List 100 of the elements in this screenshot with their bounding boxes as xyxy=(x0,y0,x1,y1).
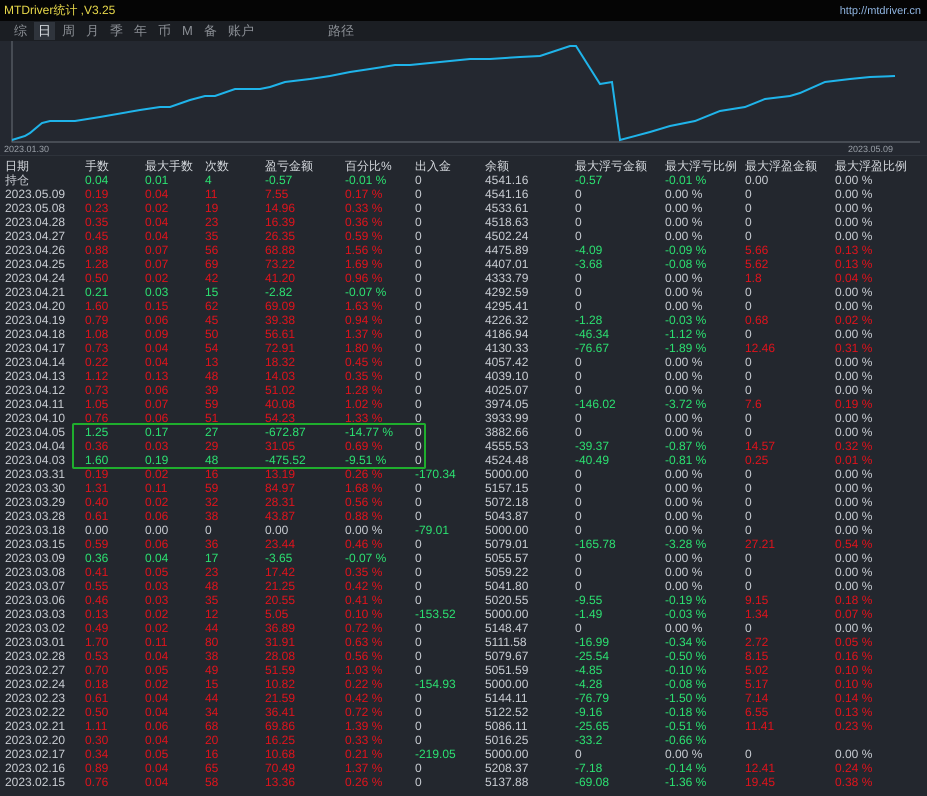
table-cell-text: 0.19 xyxy=(85,467,110,481)
table-cell-text: 1.03 % xyxy=(345,663,384,677)
table-cell-text: 31.91 xyxy=(265,635,296,649)
table-cell-text: 0.00 % xyxy=(665,369,704,383)
table-cell-text: 0 xyxy=(575,215,583,229)
table-cell-text: 44 xyxy=(205,621,220,635)
table-cell-text: 36.41 xyxy=(265,705,296,719)
date-cell-text: 2023.02.23 xyxy=(5,691,66,705)
table-cell-text: 0.22 xyxy=(85,355,110,369)
table-cell-text: 6.55 xyxy=(745,705,770,719)
table-cell-text: 0.41 xyxy=(85,565,110,579)
table-cell-text: -1.36 % xyxy=(665,775,708,789)
table-cell-text: 0 xyxy=(415,761,423,775)
column-header: 最大浮盈金额 xyxy=(745,159,818,173)
table-cell-text: 0 xyxy=(745,565,753,579)
table-cell-text: 4541.16 xyxy=(485,187,530,201)
table-cell-text: 0.00 % xyxy=(835,173,874,187)
date-cell-text: 2023.03.07 xyxy=(5,579,66,593)
table-cell-text: 0.61 xyxy=(85,691,110,705)
website-link[interactable]: http://mtdriver.cn xyxy=(840,4,921,16)
table-cell-text: 7.14 xyxy=(745,691,770,705)
table-cell-text: 0.06 xyxy=(145,719,170,733)
table-cell-text: 44 xyxy=(205,691,220,705)
table-cell-text: 5122.52 xyxy=(485,705,530,719)
period-tab[interactable]: 年 xyxy=(130,22,151,40)
period-tab[interactable]: 周 xyxy=(58,22,79,40)
table-cell-text: 58 xyxy=(205,775,220,789)
table-cell-text: 73.22 xyxy=(265,257,296,271)
period-tab[interactable]: 备 xyxy=(200,22,221,40)
table-cell-text: 59 xyxy=(205,481,220,495)
table-cell-text: 0.00 % xyxy=(665,579,704,593)
table-cell-text: 1.80 % xyxy=(345,341,384,355)
period-tab[interactable]: 综 xyxy=(10,22,31,40)
table-cell-text: 0.56 % xyxy=(345,495,384,509)
table-cell-text: 0 xyxy=(205,523,213,537)
table-cell-text: 4541.16 xyxy=(485,173,530,187)
table-cell-text: 21.59 xyxy=(265,691,296,705)
table-cell-text: -4.09 xyxy=(575,243,604,257)
table-cell-text: 0.00 % xyxy=(835,523,874,537)
table-cell-text: 0.21 % xyxy=(345,747,384,761)
table-cell-text: 0 xyxy=(415,635,423,649)
period-tab[interactable]: M xyxy=(178,22,197,40)
table-cell-text: 0 xyxy=(415,495,423,509)
table-cell-text: 0.17 xyxy=(145,425,170,439)
table-cell-text: 0.00 % xyxy=(835,201,874,215)
table-cell-text: 0.59 xyxy=(85,537,110,551)
table-cell-text: 0.50 xyxy=(85,705,110,719)
table-cell-text: 0.00 % xyxy=(835,299,874,313)
table-cell-text: 0.02 xyxy=(145,467,170,481)
table-cell-text: 0.00 % xyxy=(665,495,704,509)
date-cell-text: 2023.02.21 xyxy=(5,719,66,733)
table-cell-text: 0.00 % xyxy=(835,621,874,635)
column-header: 盈亏金额 xyxy=(265,159,314,173)
table-cell-text: 59 xyxy=(205,397,220,411)
table-cell-text: 0.07 xyxy=(145,397,170,411)
table-cell-text: 1.37 % xyxy=(345,761,384,775)
date-cell-text: 2023.03.30 xyxy=(5,481,66,495)
table-cell-text: 0.00 % xyxy=(665,425,704,439)
path-tab[interactable]: 路径 xyxy=(324,22,358,40)
date-cell-text: 2023.04.12 xyxy=(5,383,66,397)
table-cell-text: 5079.67 xyxy=(485,649,530,663)
table-cell-text: 4130.33 xyxy=(485,341,530,355)
table-cell-text: 0.15 xyxy=(145,299,170,313)
table-cell-text: 5051.59 xyxy=(485,663,530,677)
period-tab[interactable]: 月 xyxy=(82,22,103,40)
table-cell-text: -170.34 xyxy=(415,467,457,481)
table-cell-text: 0 xyxy=(415,397,423,411)
table-cell-text: 0.02 % xyxy=(835,313,874,327)
table-cell-text: 0.00 xyxy=(265,523,290,537)
table-cell-text: 0 xyxy=(745,201,753,215)
table-cell-text: 0.07 % xyxy=(835,607,874,621)
period-tab[interactable]: 季 xyxy=(106,22,127,40)
date-cell-text: 2023.04.04 xyxy=(5,439,66,453)
table-cell-text: -0.34 % xyxy=(665,635,708,649)
period-tab[interactable]: 币 xyxy=(154,22,175,40)
table-cell-text: 4407.01 xyxy=(485,257,530,271)
table-cell-text: 1.28 % xyxy=(345,383,384,397)
table-cell-text: 17 xyxy=(205,551,220,565)
period-tab[interactable]: 日 xyxy=(34,22,55,40)
table-cell-text: 0.05 xyxy=(145,747,170,761)
table-cell-text: 0.38 % xyxy=(835,775,874,789)
table-cell-text: 0.00 % xyxy=(835,425,874,439)
table-cell-text: 23.44 xyxy=(265,537,296,551)
table-cell-text: 0.07 xyxy=(145,257,170,271)
table-cell-text: 0 xyxy=(415,285,423,299)
table-cell-text: 1.25 xyxy=(85,425,110,439)
date-cell-text: 2023.04.13 xyxy=(5,369,66,383)
table-cell-text: 28.08 xyxy=(265,649,296,663)
table-cell-text: 69.09 xyxy=(265,299,296,313)
table-cell-text: -0.57 xyxy=(575,173,604,187)
table-cell-text: 0 xyxy=(745,551,753,565)
column-header: 出入金 xyxy=(415,159,452,173)
period-tab[interactable]: 账户 xyxy=(224,22,258,40)
table-cell-text: 0.05 xyxy=(145,663,170,677)
table-cell-text: 0.76 xyxy=(85,411,110,425)
table-cell-text: 0.00 % xyxy=(835,551,874,565)
table-cell-text: -76.67 xyxy=(575,341,610,355)
column-header: 最大浮亏比例 xyxy=(665,159,738,173)
table-cell-text: 16 xyxy=(205,467,220,481)
table-cell-text: -1.49 xyxy=(575,607,604,621)
